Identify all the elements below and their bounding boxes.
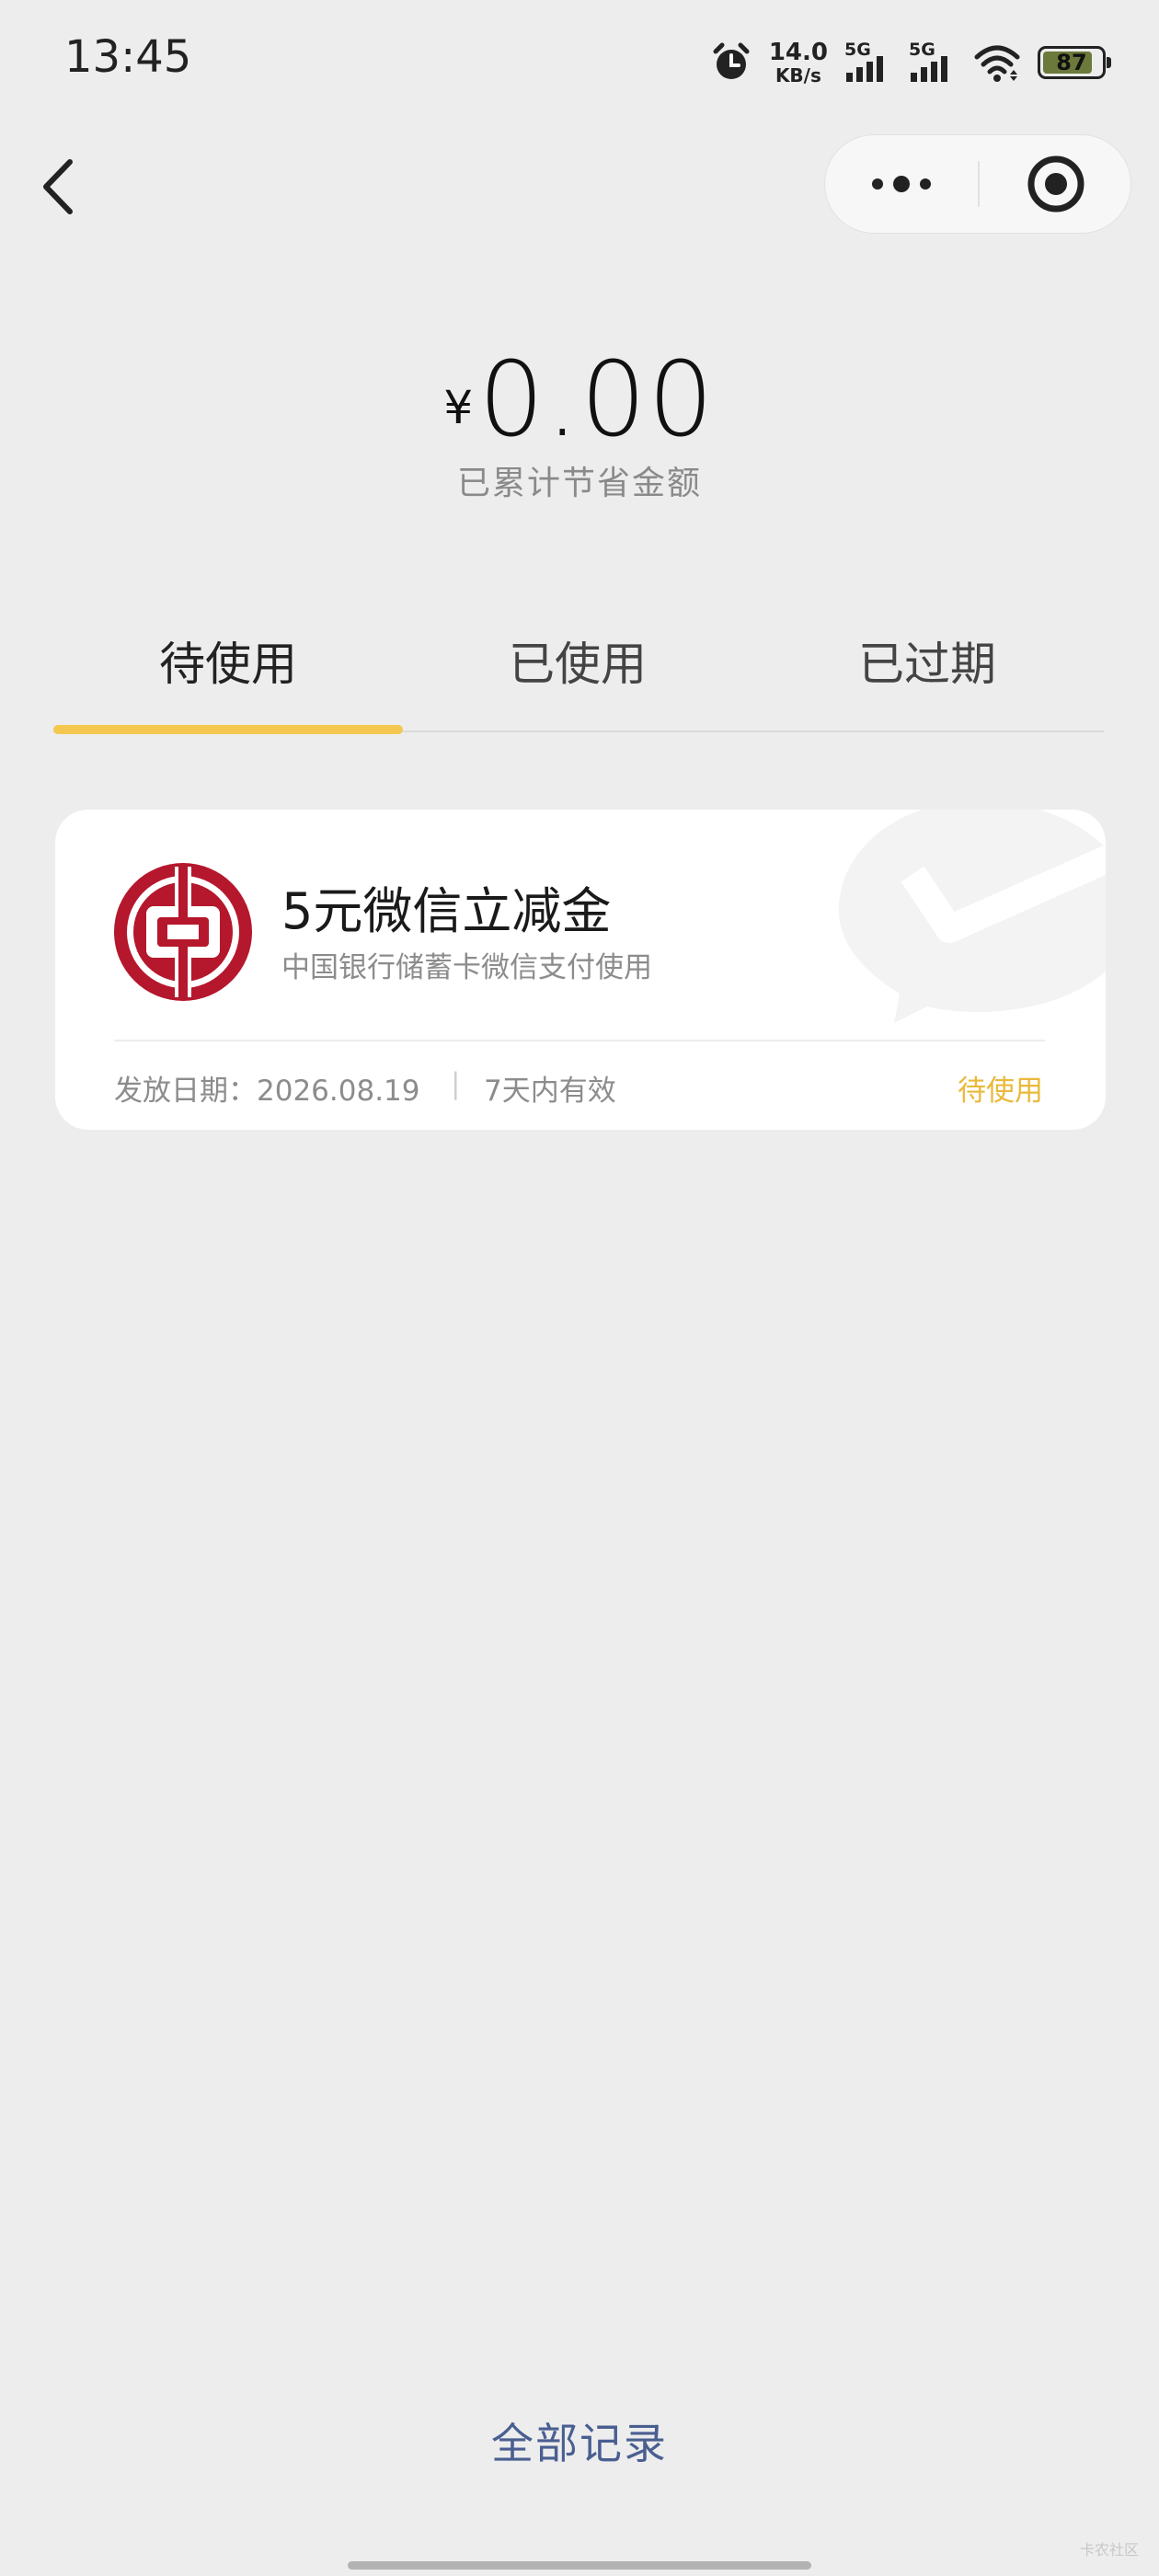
validity-period: 7天内有效 <box>484 1075 616 1108</box>
all-records-link[interactable]: 全部记录 <box>0 2410 1159 2471</box>
issue-date: 发放日期：2026.08.19 <box>114 1075 420 1108</box>
net-speed-value: 14.0 <box>768 39 828 66</box>
battery-icon: 87 <box>1038 46 1111 79</box>
currency-symbol: ¥ <box>443 381 474 434</box>
close-button[interactable] <box>980 135 1132 233</box>
status-bar: 13:45 14.0 KB/s 5G 5G 87 <box>0 0 1159 120</box>
signal-icon: 5G <box>909 40 957 86</box>
card-divider <box>114 1040 1045 1041</box>
net-speed-unit: KB/s <box>775 64 821 86</box>
savings-label: 已累计节省金额 <box>456 465 702 502</box>
net-speed: 14.0 KB/s <box>769 40 828 85</box>
coupon-subtitle: 中国银行储蓄卡微信支付使用 <box>281 951 652 984</box>
status-time: 13:45 <box>64 31 192 83</box>
target-close-icon <box>1027 155 1084 213</box>
corner-watermark: 卡农社区 <box>1079 2541 1139 2559</box>
tab-expired[interactable]: 已过期 <box>752 626 1102 721</box>
active-tab-indicator <box>53 725 403 734</box>
bank-of-china-logo <box>114 863 252 1001</box>
alarm-icon <box>713 42 750 79</box>
tab-pending[interactable]: 待使用 <box>53 626 403 721</box>
battery-level: 87 <box>1056 50 1087 75</box>
coupon-tabs: 待使用 已使用 已过期 <box>53 626 1104 734</box>
coupon-status: 待使用 <box>958 1075 1043 1108</box>
savings-amount: ¥0.00 <box>0 340 1159 460</box>
more-button[interactable] <box>825 135 978 233</box>
status-icons: 14.0 KB/s 5G 5G 87 <box>710 35 1111 90</box>
meta-separator: | <box>451 1067 461 1100</box>
tab-used[interactable]: 已使用 <box>403 626 752 721</box>
home-indicator[interactable] <box>348 2561 811 2570</box>
amount-value: 0.00 <box>478 340 716 460</box>
wifi-icon <box>974 45 1020 82</box>
coupon-card[interactable]: 5元微信立减金 中国银行储蓄卡微信支付使用 发放日期：2026.08.19 | … <box>55 810 1106 1130</box>
wechat-pay-watermark-icon <box>839 810 1106 1023</box>
chevron-left-icon <box>43 159 73 214</box>
mini-program-capsule <box>824 134 1131 234</box>
back-button[interactable] <box>37 155 92 219</box>
more-dots-icon <box>872 176 931 192</box>
signal-icon: 5G <box>844 40 892 86</box>
coupon-title: 5元微信立减金 <box>281 882 612 940</box>
